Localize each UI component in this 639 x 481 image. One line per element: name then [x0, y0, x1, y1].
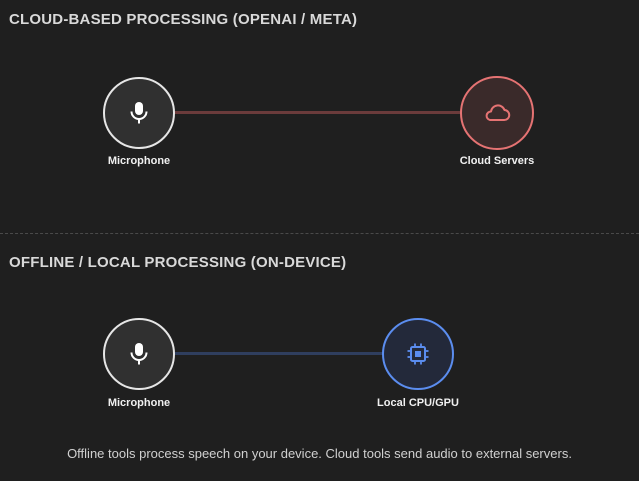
local-connection-line — [174, 352, 384, 355]
cpu-chip-icon — [406, 342, 430, 366]
microphone-icon — [128, 341, 150, 367]
local-section-title: OFFLINE / LOCAL PROCESSING (ON-DEVICE) — [9, 254, 347, 271]
local-cpu-node — [382, 318, 454, 390]
microphone-icon — [128, 100, 150, 126]
cloud-section-title: CLOUD-BASED PROCESSING (OPENAI / META) — [9, 11, 358, 28]
cloud-servers-label: Cloud Servers — [459, 155, 535, 167]
cloud-icon — [482, 102, 512, 124]
local-microphone-node — [103, 318, 175, 390]
local-microphone-label: Microphone — [107, 397, 171, 409]
cloud-microphone-node — [103, 77, 175, 149]
local-cpu-label: Local CPU/GPU — [377, 397, 459, 409]
cloud-connection-line — [174, 111, 462, 114]
cloud-servers-node — [460, 76, 534, 150]
section-divider — [0, 233, 639, 234]
footer-note: Offline tools process speech on your dev… — [67, 446, 572, 461]
cloud-microphone-label: Microphone — [107, 155, 171, 167]
